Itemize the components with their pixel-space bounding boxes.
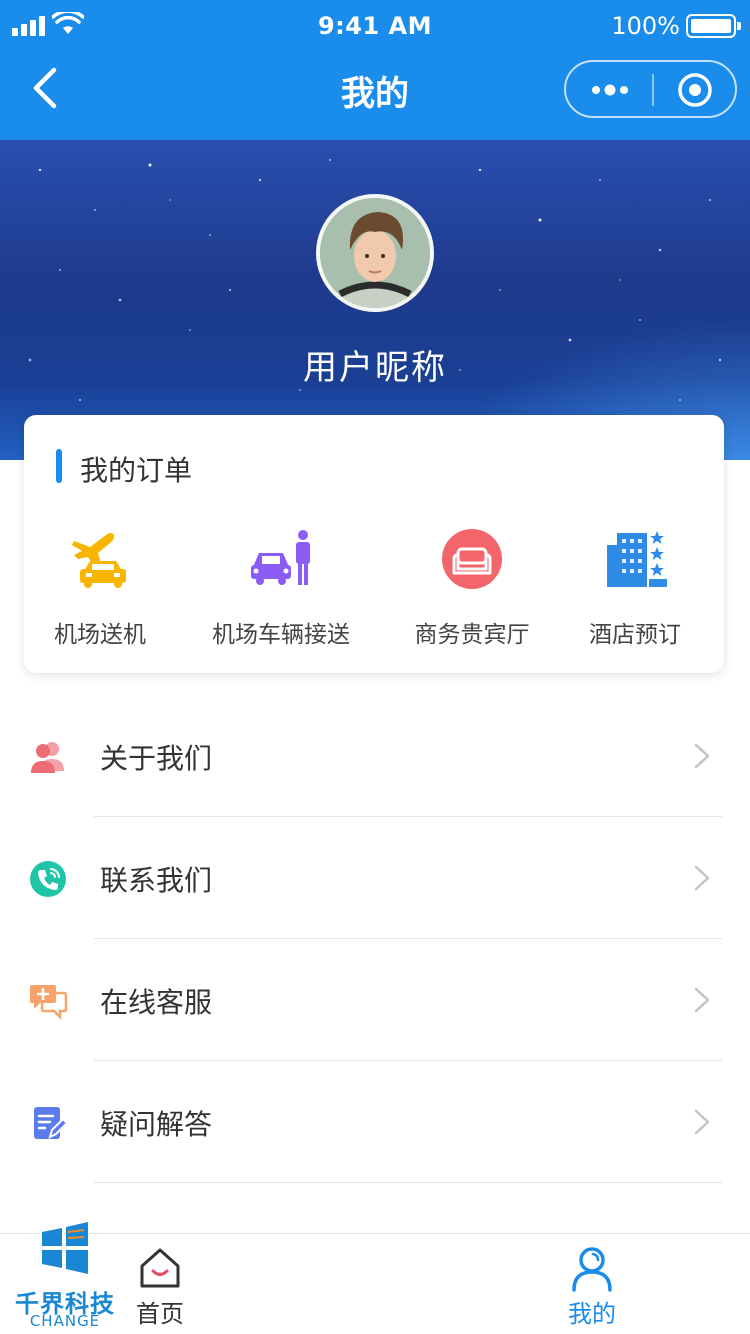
chevron-right-icon (694, 743, 710, 769)
menu-item-online-service[interactable]: 在线客服 (0, 939, 750, 1061)
order-hotel[interactable]: 酒店预订 (580, 527, 690, 648)
close-mini-program-icon[interactable] (676, 71, 714, 109)
section-accent-bar (56, 449, 62, 483)
mini-program-capsule (564, 60, 737, 118)
chat-icon (30, 985, 68, 1021)
chevron-right-icon (694, 987, 710, 1013)
chevron-right-icon (694, 1109, 710, 1135)
status-bar: 9:41 AM 100% (0, 0, 750, 52)
divider (94, 1182, 722, 1183)
user-nickname[interactable]: 用户昵称 (0, 340, 750, 389)
chevron-right-icon (694, 865, 710, 891)
car-pickup-icon (251, 530, 310, 585)
order-label: 机场送机 (54, 622, 146, 648)
watermark-logo: 千界科技 CHANGE (2, 1218, 128, 1330)
order-vip-lounge[interactable]: 商务贵宾厅 (406, 527, 538, 648)
home-icon (140, 1248, 180, 1288)
settings-menu: 关于我们 联系我们 在线客服 疑问解答 (0, 695, 750, 1183)
menu-label: 在线客服 (100, 986, 213, 1019)
battery-icon (686, 14, 741, 38)
order-car-pickup[interactable]: 机场车辆接送 (206, 527, 356, 648)
order-label: 机场车辆接送 (212, 622, 350, 648)
menu-label: 联系我们 (100, 864, 213, 897)
profile-icon (572, 1247, 612, 1292)
my-orders-title: 我的订单 (80, 454, 193, 487)
menu-label: 关于我们 (100, 742, 213, 775)
tab-mine[interactable]: 我的 (532, 1234, 652, 1334)
menu-item-faq[interactable]: 疑问解答 (0, 1061, 750, 1183)
tab-label: 我的 (568, 1300, 616, 1328)
capsule-divider (652, 74, 654, 106)
avatar[interactable] (316, 194, 434, 312)
battery-percent: 100% (611, 12, 680, 40)
menu-item-contact[interactable]: 联系我们 (0, 817, 750, 939)
hotel-icon (607, 531, 667, 587)
phone-icon (30, 861, 66, 897)
menu-label: 疑问解答 (100, 1108, 213, 1141)
faq-icon (34, 1107, 68, 1139)
windows-logo-icon (42, 1222, 88, 1274)
users-icon (31, 742, 64, 773)
order-label: 商务贵宾厅 (414, 622, 530, 648)
order-label: 酒店预订 (589, 622, 681, 648)
menu-item-about[interactable]: 关于我们 (0, 695, 750, 817)
order-airport-dropoff[interactable]: 机场送机 (44, 527, 156, 648)
airport-dropoff-icon (72, 533, 126, 588)
avatar-image (320, 198, 430, 308)
more-icon[interactable] (590, 76, 630, 104)
watermark-subtext: CHANGE (29, 1312, 101, 1330)
vip-lounge-icon (442, 529, 502, 589)
my-orders-card: 我的订单 机场送机 机场车辆接送 商务贵宾厅 酒店预订 (24, 415, 724, 673)
top-bar: 9:41 AM 100% 我的 (0, 0, 750, 140)
